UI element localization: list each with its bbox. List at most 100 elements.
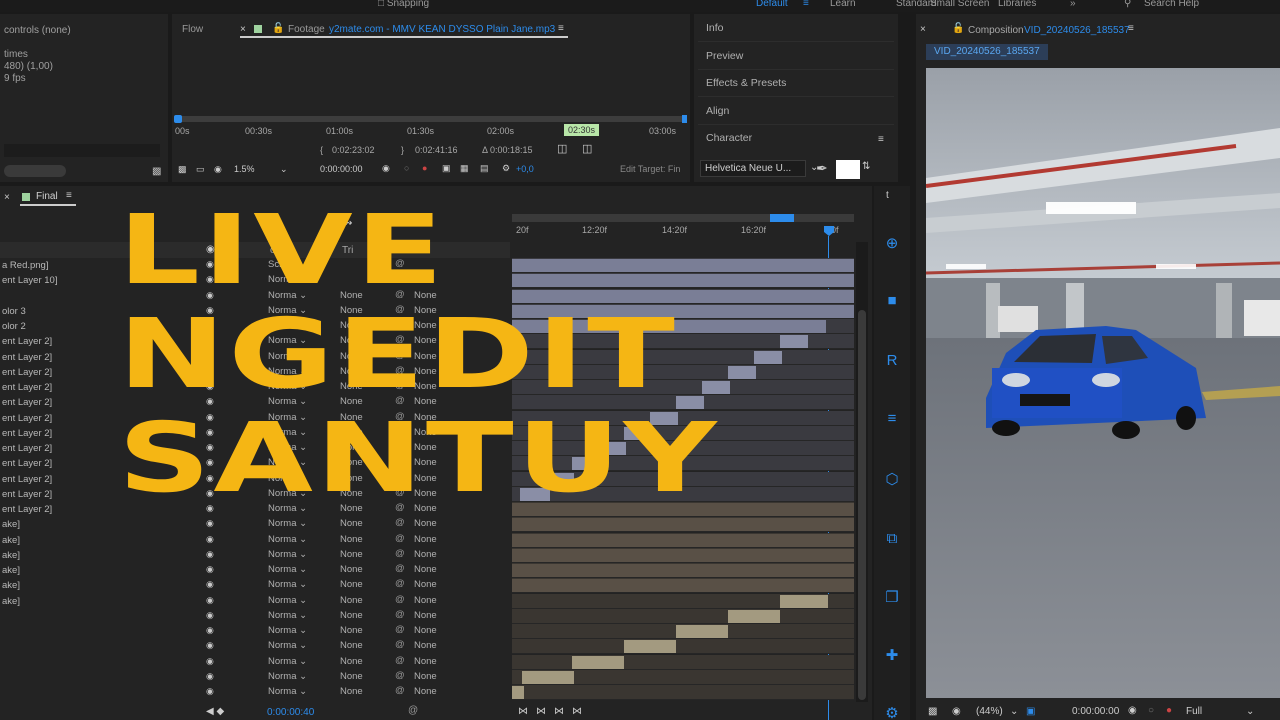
track-matte-select[interactable]: None [340, 534, 388, 545]
search-icon[interactable]: ⚲ [1124, 0, 1131, 9]
timecode[interactable]: 0:00:00:00 [320, 164, 363, 174]
panel-menu-icon[interactable]: ≡ [1128, 23, 1134, 34]
layer-row[interactable]: ◉ Norma ⌄ None @ None [0, 639, 510, 654]
panel-info[interactable]: Info [698, 16, 894, 42]
layer-name[interactable]: ake] [2, 596, 20, 607]
parent-select[interactable]: None [414, 656, 492, 667]
eye-icon[interactable]: ◉ [206, 579, 214, 590]
parent-select[interactable]: None [414, 579, 492, 590]
layer-track-lane[interactable] [512, 654, 854, 670]
blend-mode-select[interactable]: Norma ⌄ [268, 534, 316, 546]
layer-name[interactable]: ake] [2, 550, 20, 561]
eyedropper-icon[interactable]: ✒ [816, 160, 828, 177]
layer-row[interactable]: ◉ Norma ⌄ None @ None [0, 609, 510, 624]
parent-select[interactable]: None [414, 549, 492, 560]
eye-icon[interactable]: ◉ [206, 595, 214, 606]
pick-whip-icon[interactable]: @ [395, 594, 405, 605]
align-icon[interactable]: ≡ [883, 410, 901, 428]
pick-whip-icon[interactable]: @ [408, 705, 418, 716]
interpret-footage-icon[interactable]: ▩ [152, 166, 161, 177]
show-snapshot-icon[interactable]: ○ [1148, 705, 1154, 716]
vr-icon[interactable]: ◉ [952, 706, 961, 717]
swap-colors-icon[interactable]: ⇅ [862, 161, 870, 172]
chevron-down-icon[interactable]: ⌄ [1246, 706, 1254, 717]
track-matte-select[interactable]: None [340, 640, 388, 651]
zoom-value[interactable]: (44%) [976, 706, 1003, 717]
layer-name[interactable]: olor 2 [2, 321, 26, 332]
layer-row[interactable]: ake] ◉ Norma ⌄ None @ None [0, 517, 510, 532]
layer-name[interactable]: ent Layer 2] [2, 474, 52, 485]
project-scrollbar[interactable] [4, 165, 66, 177]
exposure-icon[interactable]: ⚙ [502, 163, 510, 174]
work-area-bar[interactable] [512, 214, 854, 222]
track-matte-select[interactable]: None [340, 610, 388, 621]
eye-icon[interactable]: ◉ [206, 518, 214, 529]
blend-mode-select[interactable]: Norma ⌄ [268, 610, 316, 622]
text-tool-icon[interactable]: R [883, 352, 901, 370]
blend-mode-select[interactable]: Norma ⌄ [268, 625, 316, 637]
always-preview-icon[interactable]: ▩ [928, 706, 937, 717]
eye-icon[interactable]: ◉ [206, 534, 214, 545]
layer-name[interactable]: ent Layer 2] [2, 413, 52, 424]
layer-duration-bar[interactable] [512, 564, 854, 577]
cube-icon[interactable]: ⬡ [883, 470, 901, 488]
eye-icon[interactable]: ◉ [206, 686, 214, 697]
lock-icon[interactable]: 🔓 [952, 23, 964, 34]
layer-row[interactable]: ake] ◉ Norma ⌄ None @ None [0, 548, 510, 563]
more-workspaces-icon[interactable]: » [1070, 0, 1076, 9]
parent-select[interactable]: None [414, 518, 492, 529]
blend-mode-select[interactable]: Norma ⌄ [268, 656, 316, 668]
blend-mode-select[interactable]: Norma ⌄ [268, 564, 316, 576]
add-icon[interactable]: ⊕ [883, 234, 901, 252]
composition-viewer[interactable] [926, 68, 1280, 698]
out-point-time[interactable]: 0:02:41:16 [415, 145, 458, 155]
in-point-bracket[interactable]: { [320, 145, 323, 155]
three-d-view-icon[interactable]: ▤ [480, 163, 489, 174]
layer-name[interactable]: ent Layer 2] [2, 443, 52, 454]
layer-duration-bar[interactable] [624, 640, 676, 654]
panel-preview[interactable]: Preview [698, 44, 894, 70]
close-icon[interactable]: × [920, 24, 926, 35]
camera-icon[interactable]: ◉ [382, 163, 390, 174]
resolution-value[interactable]: Full [1186, 706, 1202, 717]
color-channels-icon[interactable]: ● [1166, 705, 1172, 716]
chevron-down-icon[interactable]: ⌄ [280, 164, 288, 175]
eye-icon[interactable]: ◉ [206, 564, 214, 575]
layer-name[interactable]: ent Layer 2] [2, 382, 52, 393]
copy-icon[interactable]: ❐ [883, 588, 901, 606]
layer-name[interactable]: ake] [2, 519, 20, 530]
track-matte-select[interactable]: None [340, 549, 388, 560]
project-search-field[interactable] [4, 144, 160, 157]
pick-whip-icon[interactable]: @ [395, 533, 405, 544]
snapping-checkbox[interactable]: □ Snapping [378, 0, 429, 9]
work-area-bar[interactable] [176, 116, 686, 122]
tab-final[interactable]: Final [36, 191, 58, 202]
pick-whip-icon[interactable]: @ [395, 548, 405, 559]
layer-row[interactable]: ake] ◉ Norma ⌄ None @ None [0, 578, 510, 593]
eye-icon[interactable]: ◉ [206, 671, 214, 682]
font-family-select[interactable]: Helvetica Neue U... [700, 160, 806, 177]
layer-name[interactable]: ent Layer 2] [2, 352, 52, 363]
panel-menu-icon[interactable]: ≡ [66, 190, 72, 201]
tab-footage-label[interactable]: Footage [288, 24, 325, 35]
parent-select[interactable]: None [414, 640, 492, 651]
layer-row[interactable]: ake] ◉ Norma ⌄ None @ None [0, 563, 510, 578]
layer-duration-bar[interactable] [676, 625, 728, 638]
chevron-down-icon[interactable]: ⌄ [1010, 706, 1018, 717]
layer-name[interactable]: ent Layer 2] [2, 458, 52, 469]
workspace-default[interactable]: Default [756, 0, 788, 9]
footage-name[interactable]: y2mate.com - MMV KEAN DYSSO Plain Jane.m… [329, 24, 555, 35]
layer-duration-bar[interactable] [512, 579, 854, 593]
vr-icon[interactable]: ◉ [214, 164, 222, 175]
eye-icon[interactable]: ◉ [206, 610, 214, 621]
blend-mode-select[interactable]: Norma ⌄ [268, 549, 316, 561]
fill-color-swatch[interactable] [836, 160, 860, 179]
layer-row[interactable]: ◉ Norma ⌄ None @ None [0, 685, 510, 700]
pick-whip-icon[interactable]: @ [395, 639, 405, 650]
pick-whip-icon[interactable]: @ [395, 517, 405, 528]
parent-select[interactable]: None [414, 671, 492, 682]
track-matte-select[interactable]: None [340, 686, 388, 697]
layer-track-lane[interactable] [512, 685, 854, 700]
layer-duration-bar[interactable] [728, 365, 756, 379]
track-matte-select[interactable]: None [340, 671, 388, 682]
